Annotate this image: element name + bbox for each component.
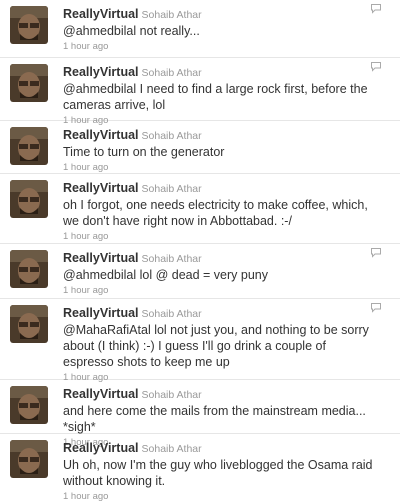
avatar[interactable] [10,305,48,343]
tweet-header: ReallyVirtual Sohaib Athar [63,180,378,197]
tweet-item: ReallyVirtual Sohaib Athar @MahaRafiAtal … [0,299,400,383]
full-name: Sohaib Athar [141,308,202,320]
tweet-text: oh I forgot, one needs electricity to ma… [63,198,368,228]
screen-name[interactable]: ReallyVirtual [63,65,139,79]
avatar[interactable] [10,386,48,424]
tweet-text: @ahmedbilal I need to find a large rock … [63,82,368,112]
reply-icon[interactable] [370,61,382,72]
tweet-header: ReallyVirtual Sohaib Athar [63,127,378,144]
tweet-content: ReallyVirtual Sohaib Athar @MahaRafiAtal … [63,305,400,383]
tweet-content: ReallyVirtual Sohaib Athar oh I forgot, o… [63,180,400,243]
timestamp[interactable]: 1 hour ago [63,40,378,53]
timestamp[interactable]: 1 hour ago [63,490,378,503]
avatar[interactable] [10,127,48,165]
tweet-text: @ahmedbilal not really... [63,24,200,38]
full-name: Sohaib Athar [141,183,202,195]
screen-name[interactable]: ReallyVirtual [63,387,139,401]
screen-name[interactable]: ReallyVirtual [63,128,139,142]
tweet-text: Time to turn on the generator [63,145,225,159]
tweet-header: ReallyVirtual Sohaib Athar [63,440,378,457]
full-name: Sohaib Athar [141,389,202,401]
tweet-item: ReallyVirtual Sohaib Athar @ahmedbilal lo… [0,244,400,299]
tweet-item: ReallyVirtual Sohaib Athar oh I forgot, o… [0,174,400,244]
tweet-header: ReallyVirtual Sohaib Athar [63,64,378,81]
tweet-text: @MahaRafiAtal lol not just you, and noth… [63,323,369,369]
full-name: Sohaib Athar [141,443,202,455]
tweet-text: @ahmedbilal lol @ dead = very puny [63,268,269,282]
tweet-content: ReallyVirtual Sohaib Athar @ahmedbilal no… [63,6,400,57]
screen-name[interactable]: ReallyVirtual [63,306,139,320]
tweet-item: ReallyVirtual Sohaib Athar Uh oh, now I'm… [0,434,400,502]
tweet-header: ReallyVirtual Sohaib Athar [63,305,378,322]
tweet-header: ReallyVirtual Sohaib Athar [63,386,378,403]
reply-icon[interactable] [370,247,382,258]
screen-name[interactable]: ReallyVirtual [63,251,139,265]
tweet-text: and here come the mails from the mainstr… [63,404,366,434]
screen-name[interactable]: ReallyVirtual [63,441,139,455]
full-name: Sohaib Athar [141,67,202,79]
tweet-text: Uh oh, now I'm the guy who liveblogged t… [63,458,373,488]
reply-icon[interactable] [370,3,382,14]
screen-name[interactable]: ReallyVirtual [63,181,139,195]
reply-icon[interactable] [370,302,382,313]
full-name: Sohaib Athar [141,253,202,265]
avatar[interactable] [10,250,48,288]
tweet-header: ReallyVirtual Sohaib Athar [63,6,378,23]
avatar[interactable] [10,180,48,218]
avatar[interactable] [10,6,48,44]
tweet-header: ReallyVirtual Sohaib Athar [63,250,378,267]
tweet-item: ReallyVirtual Sohaib Athar and here come … [0,380,400,448]
tweet-item: ReallyVirtual Sohaib Athar @ahmedbilal no… [0,0,400,58]
tweet-content: ReallyVirtual Sohaib Athar Time to turn o… [63,127,400,173]
tweet-item: ReallyVirtual Sohaib Athar @ahmedbilal I … [0,58,400,126]
tweet-content: ReallyVirtual Sohaib Athar @ahmedbilal lo… [63,250,400,298]
tweet-item: ReallyVirtual Sohaib Athar Time to turn o… [0,121,400,174]
avatar[interactable] [10,64,48,102]
tweet-timeline: ReallyVirtual Sohaib Athar @ahmedbilal no… [0,0,400,502]
timestamp[interactable]: 1 hour ago [63,230,378,243]
tweet-content: ReallyVirtual Sohaib Athar @ahmedbilal I … [63,64,400,126]
full-name: Sohaib Athar [141,130,202,142]
screen-name[interactable]: ReallyVirtual [63,7,139,21]
full-name: Sohaib Athar [141,9,202,21]
timestamp[interactable]: 1 hour ago [63,284,378,297]
tweet-content: ReallyVirtual Sohaib Athar Uh oh, now I'm… [63,440,400,502]
timestamp[interactable]: 1 hour ago [63,161,378,174]
tweet-content: ReallyVirtual Sohaib Athar and here come … [63,386,400,448]
avatar[interactable] [10,440,48,478]
